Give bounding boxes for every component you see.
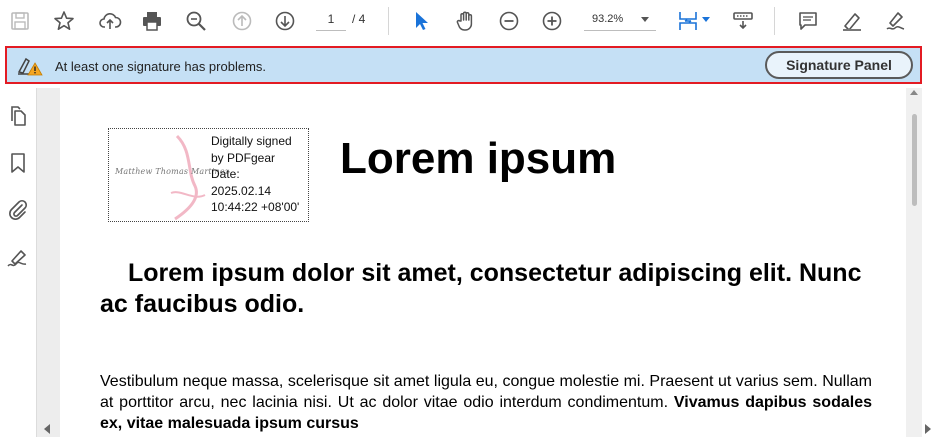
stamp-icon[interactable]	[729, 7, 757, 35]
signature-status-message: At least one signature has problems.	[55, 59, 267, 74]
signature-line: Digitally signed	[211, 134, 292, 148]
document-page: Matthew Thomas Martinez Digitally signed…	[60, 88, 906, 437]
right-edge	[922, 0, 935, 437]
zoom-out-icon[interactable]	[495, 7, 523, 35]
left-navigation-rail	[0, 88, 36, 437]
signature-details: Digitally signed by PDFgear Date: 2025.0…	[211, 133, 299, 216]
expand-right-icon[interactable]	[925, 424, 931, 434]
signature-line: 10:44:22 +08'00'	[211, 200, 300, 214]
digital-signature-field[interactable]: Matthew Thomas Martinez Digitally signed…	[108, 128, 309, 222]
signature-line: Date:	[211, 167, 240, 181]
signature-icon[interactable]	[6, 246, 30, 270]
pages-icon[interactable]	[6, 104, 30, 128]
toolbar-divider	[774, 7, 775, 35]
signature-warning-icon	[17, 56, 43, 76]
signature-status-bar: At least one signature has problems. Sig…	[5, 46, 922, 84]
sign-icon[interactable]	[882, 7, 910, 35]
left-panel-gutter	[36, 88, 60, 437]
document-heading: Lorem ipsum dolor sit amet, consectetur …	[100, 259, 862, 318]
bookmark-icon[interactable]	[6, 151, 30, 175]
page-total: / 4	[352, 12, 366, 26]
page-up-icon[interactable]	[228, 7, 256, 35]
document-title: Lorem ipsum	[340, 134, 617, 183]
hand-icon[interactable]	[452, 7, 480, 35]
print-icon[interactable]	[138, 7, 166, 35]
zoom-search-icon[interactable]	[182, 7, 210, 35]
attachment-icon[interactable]	[6, 198, 30, 222]
star-icon[interactable]	[50, 7, 78, 35]
page-down-icon[interactable]	[271, 7, 299, 35]
toolbar-divider	[388, 7, 389, 35]
cloud-upload-icon[interactable]	[96, 7, 124, 35]
select-arrow-icon[interactable]	[407, 7, 435, 35]
zoom-in-icon[interactable]	[538, 7, 566, 35]
document-body-paragraph: Vestibulum neque massa, scelerisque sit …	[100, 371, 872, 434]
save-icon[interactable]	[6, 7, 34, 35]
scrollbar-thumb[interactable]	[912, 114, 917, 206]
collapse-left-icon[interactable]	[44, 424, 50, 434]
highlight-pen-icon[interactable]	[838, 7, 866, 35]
signature-line: 2025.02.14	[211, 183, 272, 198]
main-toolbar: 1 / 4 93.2%	[0, 0, 935, 42]
fit-page-icon[interactable]	[674, 7, 702, 35]
comment-icon[interactable]	[794, 7, 822, 35]
signature-watermark-icon	[170, 134, 206, 221]
signature-line: by PDFgear	[211, 150, 276, 165]
page-number-input[interactable]: 1	[316, 9, 346, 31]
fit-dropdown-icon[interactable]	[702, 17, 710, 22]
chevron-down-icon[interactable]	[641, 17, 649, 22]
scroll-up-icon[interactable]	[910, 90, 918, 95]
signature-panel-button[interactable]: Signature Panel	[765, 51, 913, 79]
